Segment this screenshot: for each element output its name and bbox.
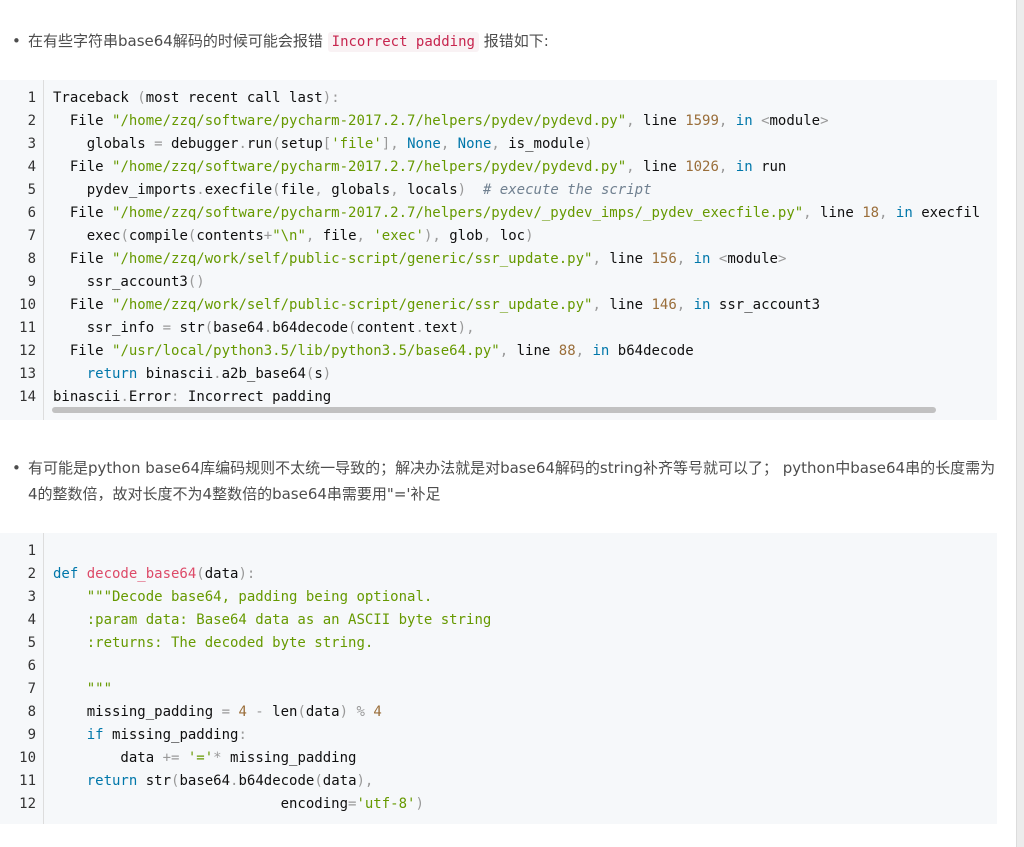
code-text: Traceback (most recent call last): <box>53 90 340 106</box>
line-number: 10 <box>19 750 36 766</box>
line-number: 7 <box>27 681 36 697</box>
line-number: 4 <box>27 159 36 175</box>
line-number: 13 <box>19 366 36 382</box>
inline-code-error: Incorrect padding <box>327 32 479 52</box>
code-text: return binascii.a2b_base64(s) <box>86 366 332 382</box>
code-text: """Decode base64, padding being optional… <box>86 589 433 605</box>
line-number: 12 <box>19 343 36 359</box>
code-text: missing_padding = 4 - len(data) % 4 <box>53 704 382 720</box>
function-code-content: 1 2 def decode_base64(data): 3 """Decode ba… <box>0 533 981 824</box>
line-number: 9 <box>27 274 36 290</box>
explanation-text: 有可能是python base64库编码规则不太统一导致的；解决办法就是对bas… <box>28 459 996 503</box>
code-text: exec(compile(contents+"\n", file, 'exec'… <box>53 228 534 244</box>
code-text: pydev_imports.execfile(file, globals, lo… <box>53 182 652 198</box>
code-text: :param data: Base64 data as an ASCII byt… <box>86 612 492 628</box>
code-text: File "/home/zzq/software/pycharm-2017.2.… <box>53 113 829 129</box>
line-number: 7 <box>27 228 36 244</box>
code-text: if missing_padding: <box>86 727 247 743</box>
code-text: def decode_base64(data): <box>53 566 256 582</box>
line-number: 6 <box>27 658 36 674</box>
function-code-block: 1 2 def decode_base64(data): 3 """Decode ba… <box>0 533 997 824</box>
line-number: 4 <box>27 612 36 628</box>
line-number: 10 <box>19 297 36 313</box>
line-number: 1 <box>27 90 36 106</box>
bullet-item-error-intro: • 在有些字符串base64解码的时候可能会报错 Incorrect paddi… <box>12 28 1000 55</box>
page-scrollbar[interactable] <box>1016 0 1024 847</box>
line-number: 6 <box>27 205 36 221</box>
line-number: 11 <box>19 773 36 789</box>
code-text: encoding='utf-8') <box>53 796 424 812</box>
line-number: 2 <box>27 113 36 129</box>
code-text: File "/home/zzq/software/pycharm-2017.2.… <box>53 159 787 175</box>
code-text: data += '='* missing_padding <box>53 750 357 766</box>
code-text: globals = debugger.run(setup['file'], No… <box>53 136 593 152</box>
intro-text-suffix: 报错如下: <box>483 32 549 50</box>
line-number: 12 <box>19 796 36 812</box>
line-number: 3 <box>27 589 36 605</box>
code-text: File "/home/zzq/work/self/public-script/… <box>53 251 787 267</box>
line-number: 14 <box>19 389 36 405</box>
intro-text: 在有些字符串base64解码的时候可能会报错 <box>28 32 323 50</box>
line-number: 2 <box>27 566 36 582</box>
bullet-item-explanation: • 有可能是python base64库编码规则不太统一导致的；解决办法就是对b… <box>12 455 1000 507</box>
code-text: binascii.Error: Incorrect padding <box>53 389 332 405</box>
line-number: 11 <box>19 320 36 336</box>
line-number: 5 <box>27 182 36 198</box>
code-text: :returns: The decoded byte string. <box>86 635 374 651</box>
line-number: 8 <box>27 704 36 720</box>
code-text: return str(base64.b64decode(data), <box>86 773 374 789</box>
code-text: """ <box>86 681 113 697</box>
line-number: 8 <box>27 251 36 267</box>
code-text: File "/home/zzq/software/pycharm-2017.2.… <box>53 205 981 221</box>
code-text: File "/usr/local/python3.5/lib/python3.5… <box>53 343 694 359</box>
line-number: 1 <box>27 543 36 559</box>
traceback-code-block: 1 Traceback (most recent call last): 2 Fil… <box>0 80 997 420</box>
code-text: ssr_info = str(base64.b64decode(content.… <box>53 320 475 336</box>
code-text: ssr_account3() <box>53 274 205 290</box>
line-number: 5 <box>27 635 36 651</box>
bullet-marker: • <box>12 459 21 477</box>
line-number: 3 <box>27 136 36 152</box>
code-horizontal-scrollbar[interactable] <box>52 407 936 413</box>
bullet-marker: • <box>12 32 21 50</box>
code-text: File "/home/zzq/work/self/public-script/… <box>53 297 821 313</box>
traceback-code-content: 1 Traceback (most recent call last): 2 Fil… <box>0 80 981 420</box>
line-number: 9 <box>27 727 36 743</box>
